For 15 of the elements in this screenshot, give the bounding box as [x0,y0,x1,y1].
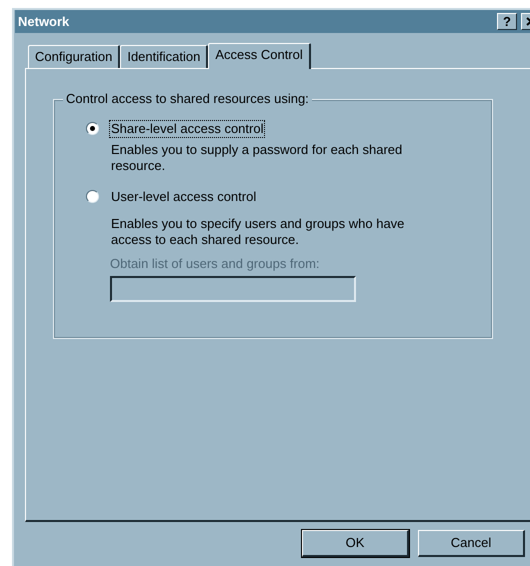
tab[interactable]: Identification [120,45,208,68]
radio-label[interactable]: User-level access control [109,188,258,206]
dialog-button[interactable]: Cancel [418,530,525,557]
source-label: Obtain list of users and groups from: [110,256,321,272]
radio-label[interactable]: Share-level access control [109,120,266,138]
option-description: Enables you to supply a password for each shared resource. [110,142,404,174]
window-title: Network [18,12,70,31]
group-title: Control access to shared resources using: [63,91,312,107]
tab[interactable]: Access Control [208,43,311,69]
radio-button[interactable] [86,122,99,135]
dialog-button[interactable]: OK [302,530,409,557]
help-button[interactable]: ? [497,13,517,30]
option-description: Enables you to specify users and groups who have access to each shared resource. [110,216,406,248]
radio-button[interactable] [86,190,99,203]
tab[interactable]: Configuration [28,45,120,68]
